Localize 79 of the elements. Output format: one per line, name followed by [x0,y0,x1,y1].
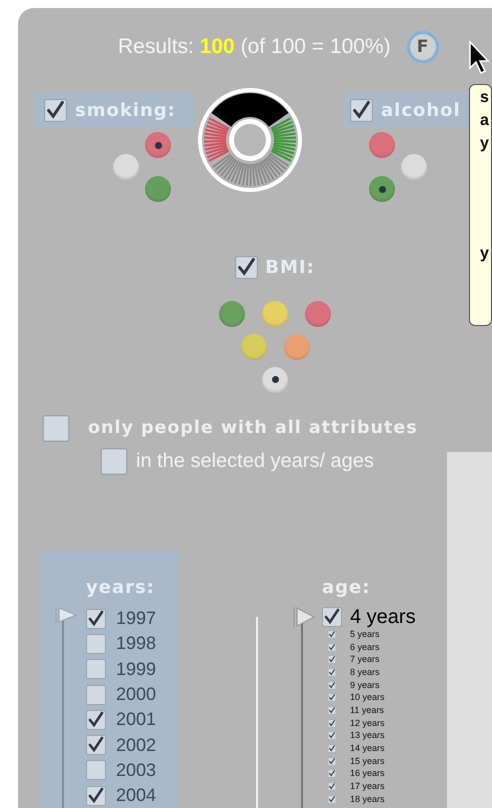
year-label: 1998 [116,633,156,654]
age-label: 15 years [350,756,385,767]
option-dot[interactable] [145,132,171,158]
age-label: 18 years [350,794,385,805]
results-text: Results: 100 (of 100 = 100%) [118,35,391,59]
option-dot[interactable] [262,300,288,326]
age-label: 11 years [350,704,384,716]
option-dot[interactable] [369,132,395,158]
checkbox[interactable] [328,718,336,728]
checkbox[interactable] [328,769,336,778]
checkbox[interactable] [328,706,336,715]
checkbox[interactable] [44,98,67,122]
age-title: age: [321,577,372,598]
slider-handle[interactable] [54,606,78,624]
year-label: 2001 [116,709,156,730]
checkbox[interactable] [328,693,336,702]
checkbox[interactable] [86,786,106,806]
option-dot[interactable] [369,176,395,202]
years-title: years: [85,577,156,598]
option-dot[interactable] [113,154,139,180]
checkbox[interactable] [328,782,336,792]
age-label: 10 years [350,692,385,704]
year-label: 2003 [116,760,156,781]
checkbox[interactable] [328,744,336,754]
age-label: 13 years [350,730,385,742]
checkbox[interactable] [86,684,106,705]
checkbox[interactable] [328,630,336,639]
age-label: 5 years [350,628,380,640]
checkbox[interactable] [42,414,70,442]
attribute-label: BMI: [265,256,315,278]
option-dot[interactable] [145,176,171,202]
checkbox[interactable] [86,760,106,780]
slider-handle[interactable] [292,606,316,628]
checkbox[interactable] [322,607,342,627]
checkbox[interactable] [328,731,336,740]
checkbox[interactable] [328,655,336,664]
age-label: 14 years [350,743,385,754]
year-label: 1999 [116,658,156,680]
age-label: 4 years [350,606,416,628]
age-label: 17 years [350,781,385,792]
checkbox[interactable] [328,668,336,677]
option-dot[interactable] [262,366,288,392]
checkbox[interactable] [350,98,373,122]
tooltip-text: a [480,112,490,131]
option-dot[interactable] [284,334,310,360]
year-label: 2002 [116,734,156,756]
checkbox[interactable] [86,735,106,756]
year-label: 1997 [116,608,156,630]
option-label: only people with all attributes [88,418,418,438]
option-dot[interactable] [219,300,245,326]
age-label: 7 years [350,654,380,666]
age-label: 8 years [350,666,380,678]
checkbox[interactable] [328,642,336,652]
option-dot[interactable] [305,300,331,326]
option-dot[interactable] [401,154,427,180]
filter-button[interactable]: F [406,31,439,63]
checkbox[interactable] [86,608,106,629]
age-label: 16 years [350,768,385,780]
cursor-icon [468,40,490,76]
checkbox[interactable] [235,256,258,278]
checkbox[interactable] [100,448,128,474]
attribute-label: alcohol [381,100,461,120]
tooltip-text: s [480,89,490,108]
year-label: 2000 [116,684,156,706]
year-label: 2004 [116,785,156,806]
tooltip-text: y [480,245,490,264]
option-label: in the selected years/ ages [136,450,374,472]
checkbox[interactable] [86,634,106,654]
age-label: 6 years [350,642,380,653]
checkbox[interactable] [328,756,336,766]
option-dot[interactable] [240,334,266,360]
checkbox[interactable] [86,659,106,680]
checkbox[interactable] [328,794,336,804]
checkbox[interactable] [86,710,106,730]
tooltip-text: y [480,135,490,154]
checkbox[interactable] [328,680,336,690]
attribute-label: smoking: [75,100,176,120]
age-label: 12 years [350,718,385,729]
age-label: 9 years [350,680,380,691]
